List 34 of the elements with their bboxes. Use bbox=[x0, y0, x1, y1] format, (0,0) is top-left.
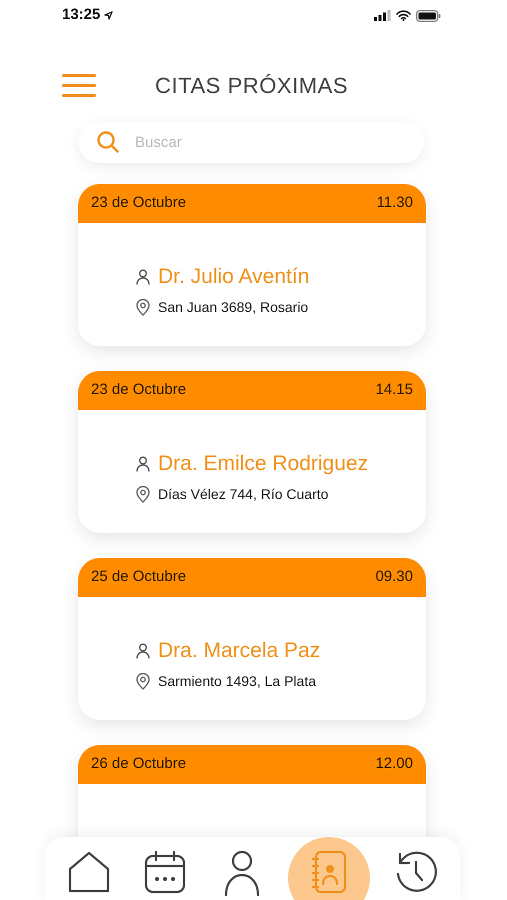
person-icon bbox=[136, 642, 150, 659]
address-text: San Juan 3689, Rosario bbox=[158, 298, 308, 316]
appointment-date: 23 de Octubre bbox=[91, 380, 186, 400]
appointment-time: 09.30 bbox=[375, 567, 413, 588]
appointment-time: 11.30 bbox=[376, 193, 413, 214]
calendar-icon bbox=[143, 849, 188, 895]
appointment-card[interactable]: 25 de Octubre 09.30 Dra. Marcela Paz Sarmiento 1493, La Plata bbox=[78, 558, 426, 720]
appointment-time: 12.00 bbox=[375, 754, 413, 774]
appointment-date: 23 de Octubre bbox=[91, 193, 186, 214]
location-arrow-icon bbox=[104, 11, 114, 20]
address-text: Días Vélez 744, Río Cuarto bbox=[158, 484, 328, 504]
battery-icon bbox=[416, 10, 441, 22]
location-pin-icon bbox=[136, 486, 150, 502]
signal-icon bbox=[374, 10, 391, 21]
doctor-name: Dra. Marcela Paz bbox=[158, 638, 320, 664]
page-title: CITAS PRÓXIMAS bbox=[155, 72, 348, 100]
doctor-name: Dr. Julio Aventín bbox=[158, 264, 310, 290]
search-field[interactable]: Buscar bbox=[78, 121, 424, 163]
contact-book-icon bbox=[310, 849, 348, 895]
doctor-name: Dra. Emilce Rodriguez bbox=[158, 451, 368, 477]
wifi-icon bbox=[396, 10, 411, 21]
address-text: Sarmiento 1493, La Plata bbox=[158, 672, 316, 690]
appointment-card[interactable]: 23 de Octubre 11.30 Dr. Julio Aventín San Juan 3689, Rosario bbox=[78, 184, 426, 346]
appointment-date: 26 de Octubre bbox=[91, 754, 186, 774]
appointment-time: 14.15 bbox=[375, 380, 413, 400]
location-pin-icon bbox=[136, 672, 150, 690]
person-icon bbox=[136, 456, 150, 472]
appointment-card[interactable]: 23 de Octubre 14.15 Dra. Emilce Rodriguez Días Vélez 744, Río Cuarto bbox=[78, 371, 426, 533]
appointment-date: 25 de Octubre bbox=[91, 567, 186, 588]
status-time: 13:25 bbox=[62, 5, 100, 26]
person-icon bbox=[136, 268, 150, 285]
search-icon bbox=[96, 130, 120, 154]
location-pin-icon bbox=[136, 298, 150, 316]
home-icon bbox=[66, 849, 112, 895]
